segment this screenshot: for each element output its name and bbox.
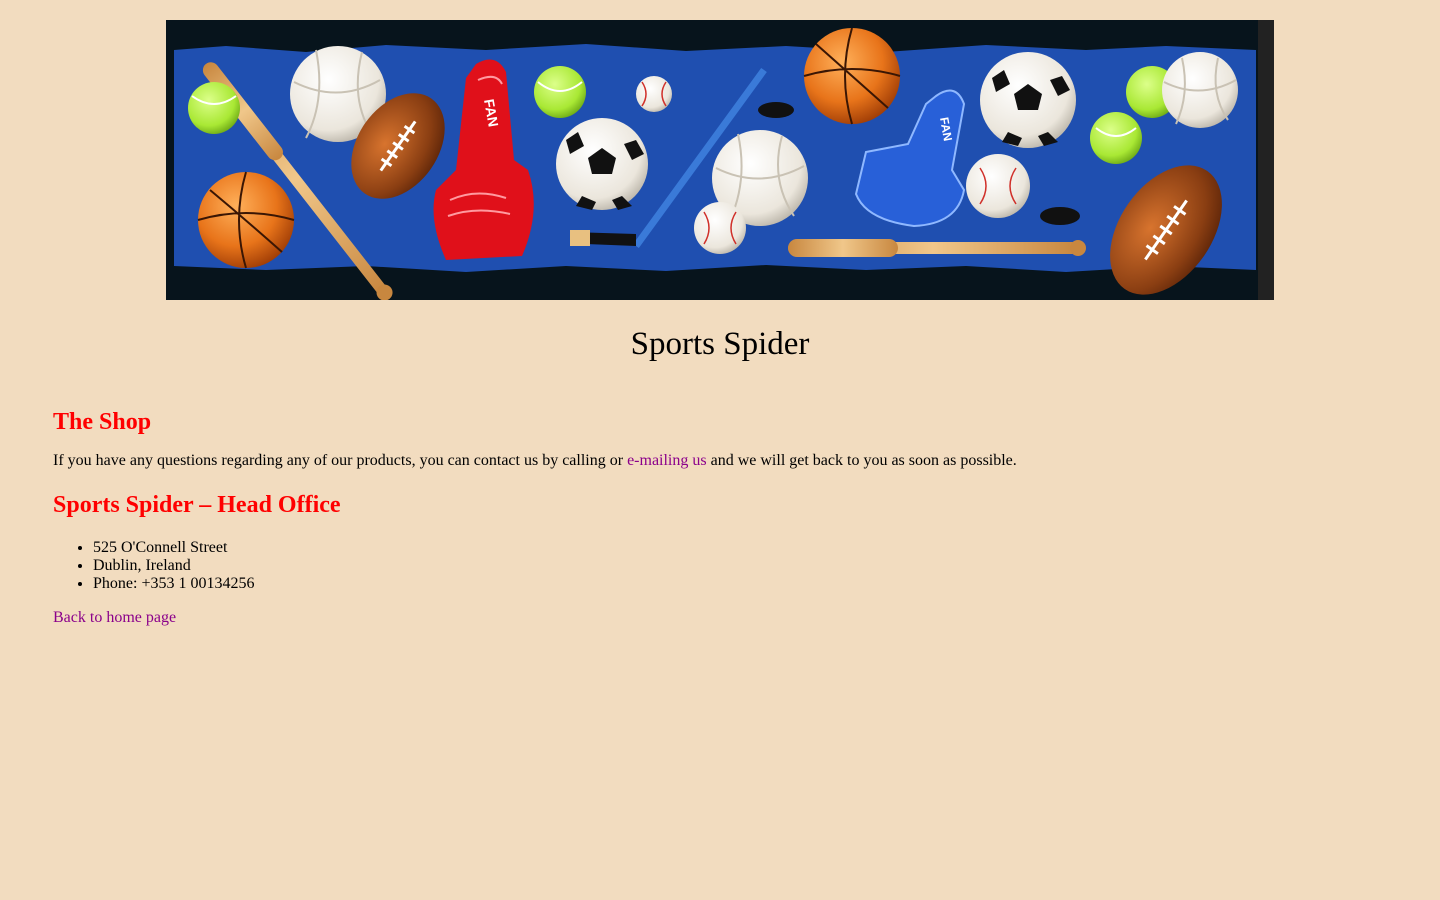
page: FAN FAN Sports Spider The Shop If you ha… [0,0,1440,900]
shop-intro-paragraph: If you have any questions regarding any … [53,452,1393,470]
sports-banner-image: FAN FAN [166,20,1274,300]
head-office-heading: Sports Spider – Head Office [53,492,341,518]
intro-text-before: If you have any questions regarding any … [53,452,628,469]
intro-text-after: and we will get back to you as soon as p… [706,452,1017,469]
back-link-paragraph: Back to home page [53,609,1393,627]
address-city: Dublin, Ireland [93,557,1393,575]
main-content: The Shop If you have any questions regar… [53,404,1393,627]
email-link[interactable]: e-mailing us [627,452,707,469]
address-phone: Phone: +353 1 00134256 [93,575,1393,593]
back-to-home-link[interactable]: Back to home page [53,609,176,626]
site-title: Sports Spider [630,326,810,362]
address-list: 525 O'Connell Street Dublin, Ireland Pho… [53,539,1393,593]
address-street: 525 O'Connell Street [93,539,1393,557]
shop-heading: The Shop [53,409,152,435]
